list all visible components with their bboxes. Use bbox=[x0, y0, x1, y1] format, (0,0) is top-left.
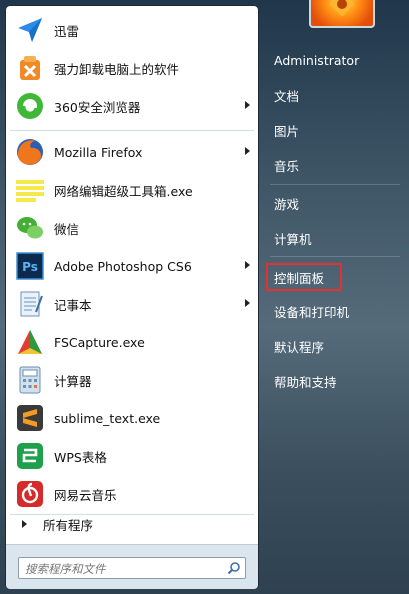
firefox-icon bbox=[14, 136, 46, 168]
default-programs-label: 默认程序 bbox=[274, 339, 325, 355]
search-box bbox=[18, 557, 246, 579]
help-support-link[interactable]: 帮助和支持 bbox=[266, 368, 404, 394]
program-item-360-browser[interactable]: 360安全浏览器 bbox=[10, 88, 254, 124]
user-avatar[interactable] bbox=[309, 0, 375, 28]
submenu-arrow-icon[interactable] bbox=[245, 147, 250, 155]
wps-sheet-icon bbox=[14, 440, 46, 472]
program-item-uninstall[interactable]: 强力卸载电脑上的软件 bbox=[10, 50, 254, 86]
submenu-arrow-icon[interactable] bbox=[245, 261, 250, 269]
documents-label: 文档 bbox=[274, 88, 300, 104]
uninstall-icon bbox=[14, 52, 46, 84]
devices-printers-link[interactable]: 设备和打印机 bbox=[266, 298, 404, 324]
arrow-right-icon bbox=[22, 520, 27, 528]
all-programs-button[interactable]: 所有程序 bbox=[10, 510, 254, 538]
program-label: 强力卸载电脑上的软件 bbox=[54, 61, 180, 77]
program-label: 网络编辑超级工具箱.exe bbox=[54, 183, 193, 199]
divider bbox=[270, 184, 400, 185]
program-label: Adobe Photoshop CS6 bbox=[54, 258, 192, 274]
program-item-wps-sheet[interactable]: WPS表格 bbox=[10, 438, 254, 474]
music-label: 音乐 bbox=[274, 158, 300, 174]
control-panel-label: 控制面板 bbox=[274, 270, 325, 286]
user-name-link[interactable]: Administrator bbox=[266, 47, 404, 73]
search-area bbox=[6, 544, 258, 589]
photoshop-icon: Ps bbox=[14, 250, 46, 282]
pictures-link[interactable]: 图片 bbox=[266, 117, 404, 143]
svg-text:Ps: Ps bbox=[22, 260, 38, 274]
programs-panel: 迅雷 强力卸载电脑上的软件 360安全浏览器 Mozilla Firefox 网… bbox=[5, 5, 259, 589]
music-link[interactable]: 音乐 bbox=[266, 152, 404, 178]
divider bbox=[270, 256, 400, 257]
program-label: 微信 bbox=[54, 221, 80, 237]
program-item-notepad[interactable]: 记事本 bbox=[10, 286, 254, 322]
computer-link[interactable]: 计算机 bbox=[266, 225, 404, 251]
program-item-netease-music[interactable]: 网易云音乐 bbox=[10, 476, 254, 512]
calculator-icon bbox=[14, 364, 46, 396]
program-item-wechat[interactable]: 微信 bbox=[10, 210, 254, 246]
pictures-label: 图片 bbox=[274, 123, 300, 139]
program-label: 记事本 bbox=[54, 297, 92, 313]
toolbox-icon bbox=[14, 174, 46, 206]
program-item-firefox[interactable]: Mozilla Firefox bbox=[10, 134, 254, 170]
program-item-fscapture[interactable]: FSCapture.exe bbox=[10, 324, 254, 360]
submenu-arrow-icon[interactable] bbox=[245, 299, 250, 307]
search-input[interactable] bbox=[23, 559, 217, 579]
submenu-arrow-icon[interactable] bbox=[245, 101, 250, 109]
program-label: sublime_text.exe bbox=[54, 410, 161, 426]
360-browser-icon bbox=[14, 90, 46, 122]
control-panel-link[interactable]: 控制面板 bbox=[266, 263, 342, 291]
program-label: FSCapture.exe bbox=[54, 334, 145, 350]
games-label: 游戏 bbox=[274, 196, 300, 212]
program-label: 计算器 bbox=[54, 373, 92, 389]
help-support-label: 帮助和支持 bbox=[274, 374, 337, 390]
program-item-calculator[interactable]: 计算器 bbox=[10, 362, 254, 398]
notepad-icon bbox=[14, 288, 46, 320]
computer-label: 计算机 bbox=[274, 231, 312, 247]
program-item-toolbox[interactable]: 网络编辑超级工具箱.exe bbox=[10, 172, 254, 208]
netease-music-icon bbox=[14, 478, 46, 510]
start-menu: 迅雷 强力卸载电脑上的软件 360安全浏览器 Mozilla Firefox 网… bbox=[0, 0, 409, 594]
all-programs-label: 所有程序 bbox=[43, 517, 94, 533]
program-label: 迅雷 bbox=[54, 23, 80, 39]
program-item-sublime[interactable]: sublime_text.exe bbox=[10, 400, 254, 436]
program-item-photoshop[interactable]: Ps Adobe Photoshop CS6 bbox=[10, 248, 254, 284]
program-label: 网易云音乐 bbox=[54, 487, 117, 503]
divider bbox=[10, 130, 254, 131]
program-label: Mozilla Firefox bbox=[54, 144, 143, 160]
search-icon[interactable] bbox=[227, 561, 241, 575]
documents-link[interactable]: 文档 bbox=[266, 82, 404, 108]
program-item-xunlei[interactable]: 迅雷 bbox=[10, 12, 254, 48]
devices-printers-label: 设备和打印机 bbox=[274, 304, 350, 320]
places-panel: Administrator 文档 图片 音乐 游戏 计算机 控制面板 设备和打印… bbox=[262, 0, 409, 594]
xunlei-icon bbox=[14, 14, 46, 46]
user-name: Administrator bbox=[274, 52, 360, 68]
default-programs-link[interactable]: 默认程序 bbox=[266, 333, 404, 359]
wechat-icon bbox=[14, 212, 46, 244]
flower-icon bbox=[330, 0, 354, 16]
sublime-icon bbox=[14, 402, 46, 434]
games-link[interactable]: 游戏 bbox=[266, 190, 404, 216]
program-label: WPS表格 bbox=[54, 449, 107, 465]
fscapture-icon bbox=[14, 326, 46, 358]
program-label: 360安全浏览器 bbox=[54, 99, 141, 115]
